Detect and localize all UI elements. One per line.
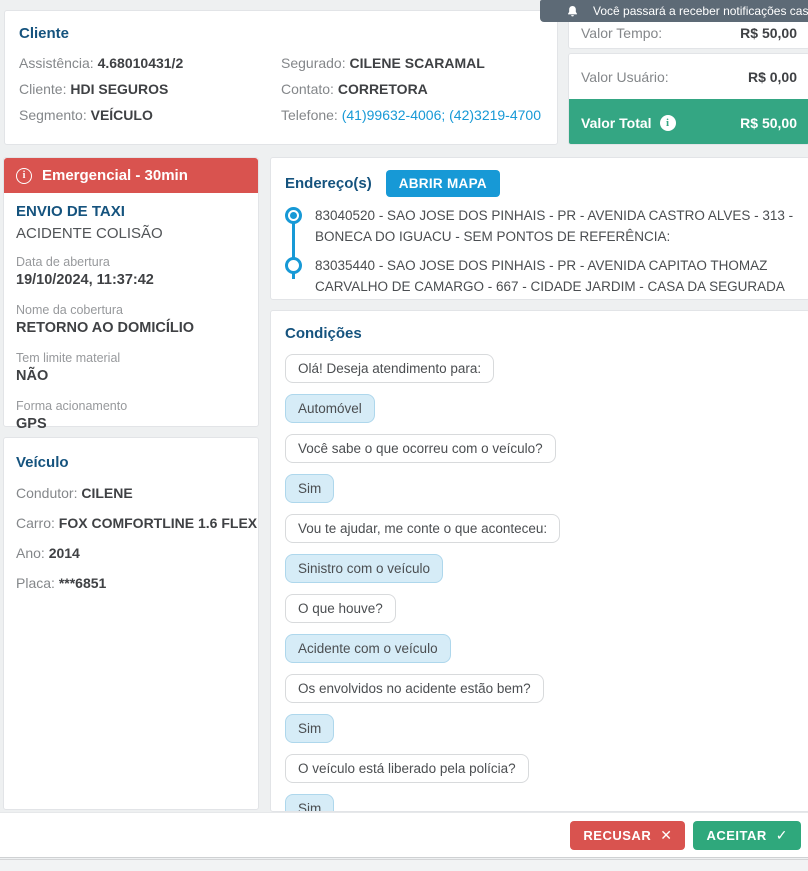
open-map-button[interactable]: ABRIR MAPA (385, 170, 500, 197)
chat-bubble-answer: Sim (285, 714, 335, 743)
priority-label: Emergencial - 30min (42, 167, 188, 184)
address-panel-title: Endereço(s) (285, 175, 372, 192)
chat-bubble-question: Os envolvidos no acidente estão bem? (285, 674, 544, 703)
valor-tempo-value: R$ 50,00 (740, 25, 797, 41)
field-condutor: Condutor: CILENE (16, 485, 133, 501)
valor-usuario-label: Valor Usuário: (581, 68, 669, 85)
chat-bubble-question: Vou te ajudar, me conte o que aconteceu: (285, 514, 561, 543)
origin-address: 83040520 - SAO JOSE DOS PINHAIS - PR - A… (315, 208, 794, 244)
vehicle-panel-title: Veículo (16, 454, 69, 471)
valor-total-value: R$ 50,00 (740, 114, 797, 131)
next-section-edge (0, 859, 808, 871)
toast-text: Você passará a receber notificações caso… (593, 4, 808, 18)
field-assistencia: Assistência: 4.68010431/2 (19, 55, 184, 71)
field-ano: Ano: 2014 (16, 545, 80, 561)
field-telefone: Telefone: (41)99632-4006; (42)3219-4700 (281, 107, 541, 123)
destination-marker-icon (285, 257, 302, 274)
client-panel: Cliente Assistência: 4.68010431/2 Client… (4, 10, 558, 145)
field-segurado: Segurado: CILENE SCARAMAL (281, 55, 485, 71)
info-icon[interactable]: i (659, 114, 676, 131)
client-panel-title: Cliente (19, 25, 70, 42)
address-item-origin: 83040520 - SAO JOSE DOS PINHAIS - PR - A… (285, 205, 795, 247)
service-subtype: ACIDENTE COLISÃO (16, 225, 163, 242)
field-limite-material: Tem limite material NÃO (16, 351, 121, 384)
chat-bubble-question: Olá! Deseja atendimento para: (285, 354, 495, 383)
accept-button[interactable]: ACEITAR ✓ (693, 820, 801, 850)
conditions-panel-title: Condições (285, 325, 362, 342)
priority-info-icon: i (16, 167, 32, 184)
chat-bubble-answer: Automóvel (285, 394, 375, 423)
valor-total-label: Valor Total (581, 114, 652, 131)
field-forma-acionamento: Forma acionamento GPS (16, 399, 128, 432)
field-cliente: Cliente: HDI SEGUROS (19, 81, 169, 97)
chat-bubble-question: O veículo está liberado pela polícia? (285, 754, 529, 783)
valor-tempo-label: Valor Tempo: (581, 25, 663, 41)
x-icon: ✕ (660, 826, 673, 843)
field-contato: Contato: CORRETORA (281, 81, 428, 97)
address-panel: Endereço(s) ABRIR MAPA 83040520 - SAO JO… (270, 157, 808, 300)
chat-bubble-question: Você sabe o que ocorreu com o veículo? (285, 434, 556, 463)
action-bar: RECUSAR ✕ ACEITAR ✓ (0, 812, 808, 858)
chat-bubble-answer: Sim (285, 474, 335, 503)
chat-bubble-answer: Acidente com o veículo (285, 634, 451, 663)
service-panel: i Emergencial - 30min ENVIO DE TAXI ACID… (3, 157, 259, 432)
phone-link[interactable]: (41)99632-4006; (42)3219-4700 (342, 107, 541, 123)
origin-marker-icon (285, 207, 302, 224)
valor-total-row: Valor Total i R$ 50,00 (569, 99, 808, 144)
chat-bubble-answer: Sim (285, 794, 335, 811)
valor-summary-panel: Valor Usuário: R$ 0,00 Valor Total i R$ … (568, 53, 808, 145)
priority-header: i Emergencial - 30min (4, 158, 258, 193)
bell-icon (566, 5, 579, 18)
chat-bubble-question: O que houve? (285, 594, 396, 623)
check-icon: ✓ (775, 826, 788, 843)
vehicle-panel: Veículo Condutor: CILENE Carro: FOX COMF… (3, 437, 259, 810)
chat-bubble-answer: Sinistro com o veículo (285, 554, 444, 583)
destination-address: 83035440 - SAO JOSE DOS PINHAIS - PR - A… (315, 258, 785, 294)
valor-usuario-row: Valor Usuário: R$ 0,00 (569, 54, 808, 99)
notification-toast[interactable]: Você passará a receber notificações caso… (540, 0, 808, 22)
field-nome-cobertura: Nome da cobertura RETORNO AO DOMICÍLIO (16, 303, 195, 336)
field-placa: Placa: ***6851 (16, 575, 107, 591)
valor-usuario-value: R$ 0,00 (747, 68, 797, 85)
field-data-abertura: Data de abertura 19/10/2024, 11:37:42 (16, 255, 154, 288)
field-carro: Carro: FOX COMFORTLINE 1.6 FLEX (16, 515, 258, 531)
field-segmento: Segmento: VEÍCULO (19, 107, 153, 123)
reject-button[interactable]: RECUSAR ✕ (570, 820, 686, 850)
service-type: ENVIO DE TAXI (16, 203, 125, 220)
address-item-destination: 83035440 - SAO JOSE DOS PINHAIS - PR - A… (285, 255, 795, 297)
conditions-panel: Condições Olá! Deseja atendimento para: … (270, 310, 808, 812)
